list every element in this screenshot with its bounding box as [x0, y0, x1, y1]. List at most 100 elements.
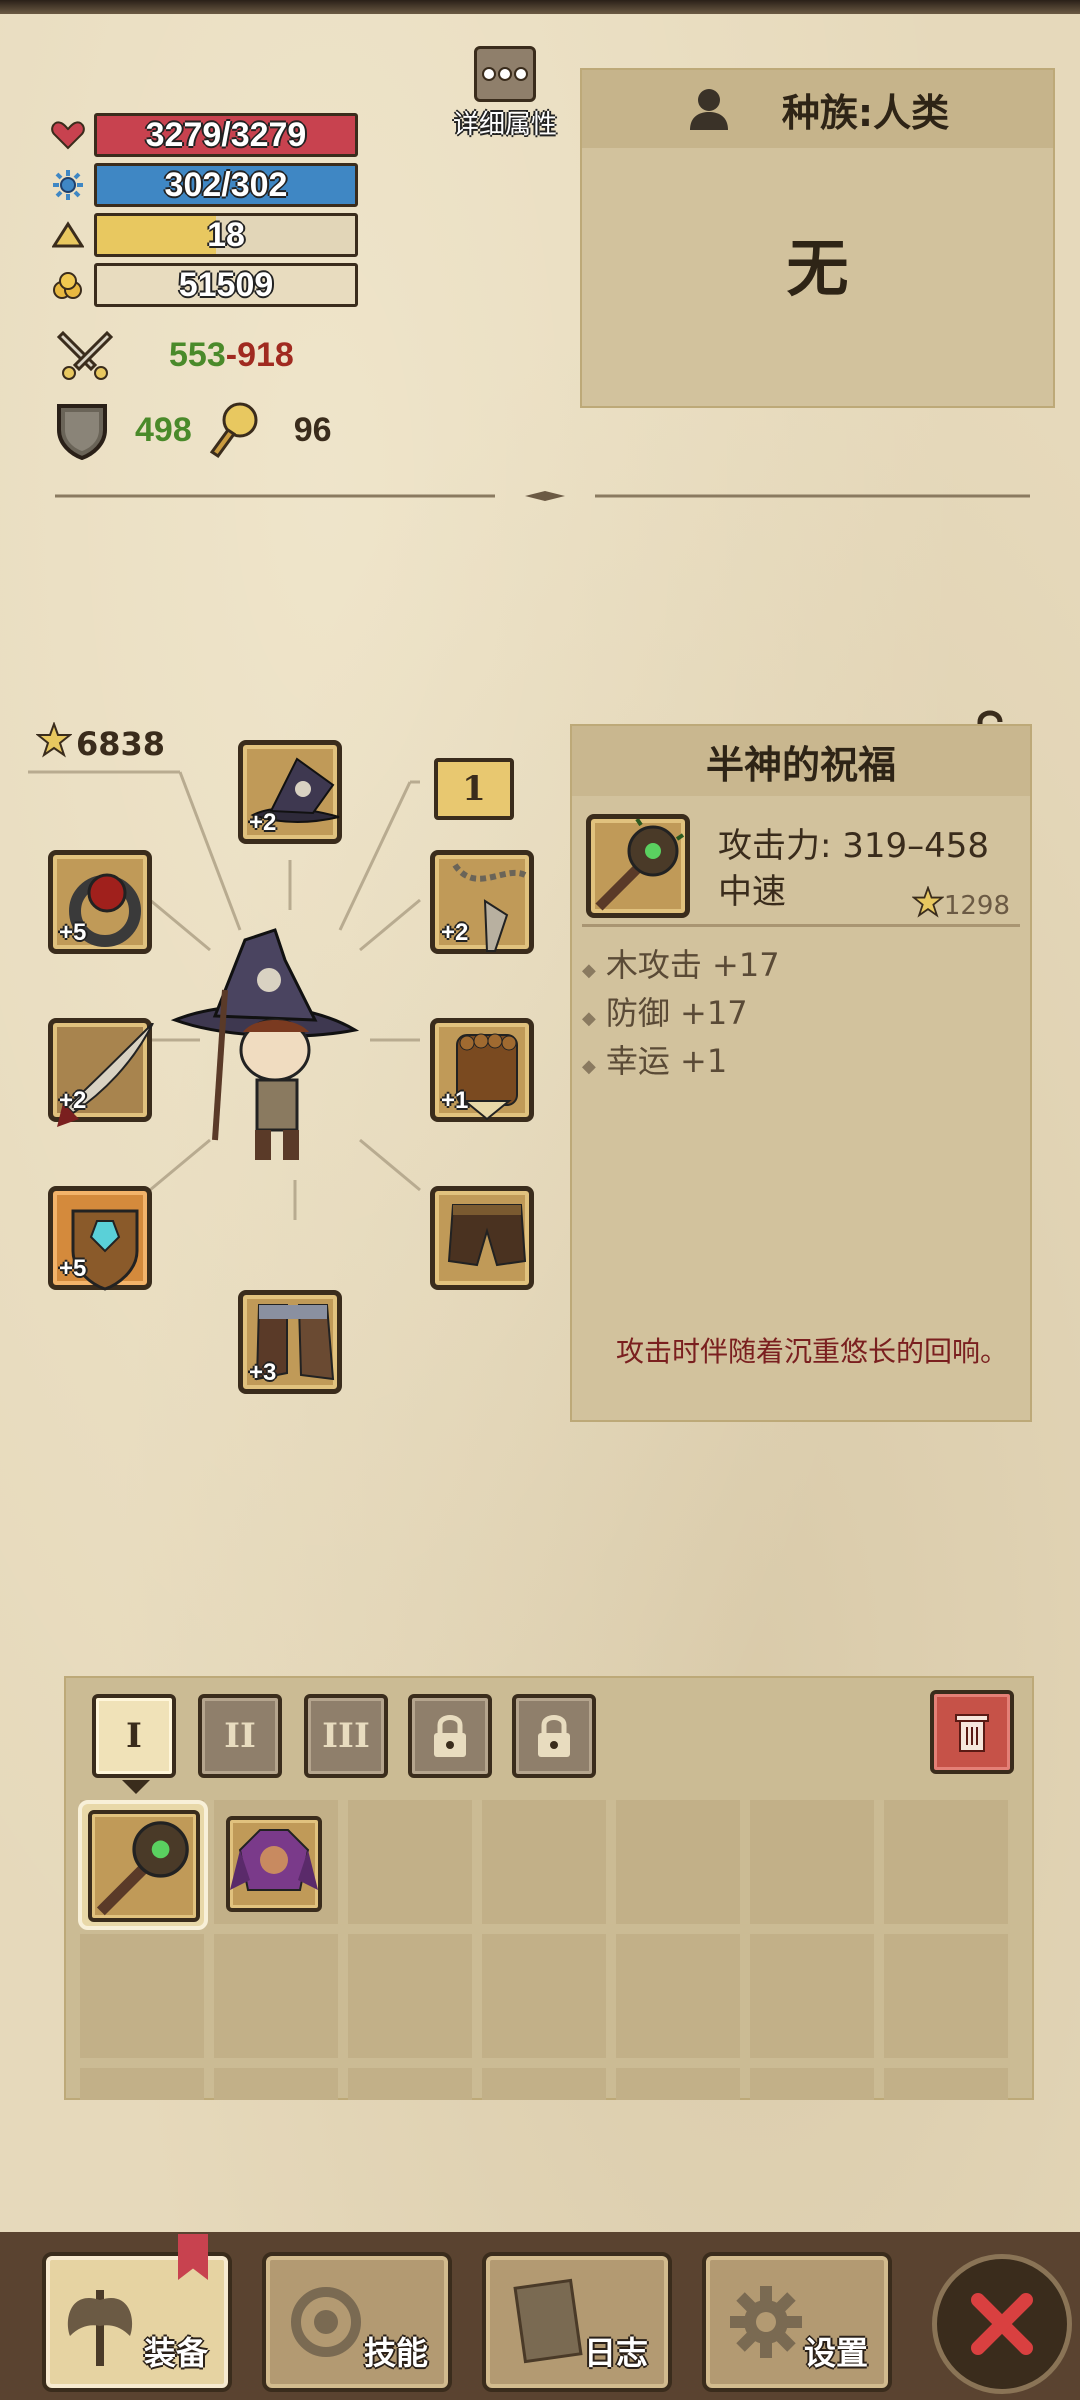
- inventory-cell[interactable]: [80, 2068, 204, 2100]
- item-attack: 攻击力: 319–458: [718, 826, 990, 866]
- heart-icon: [50, 117, 86, 153]
- inventory-cell[interactable]: [750, 1800, 874, 1924]
- race-value: 无: [786, 232, 849, 305]
- inventory-cell[interactable]: [750, 1934, 874, 2058]
- slot-pants[interactable]: [430, 1186, 534, 1290]
- pants-icon: [447, 1204, 527, 1267]
- inventory-tab-2[interactable]: II: [198, 1694, 282, 1778]
- gold-bar: 51509: [94, 263, 358, 307]
- gold-value: 51509: [178, 265, 274, 304]
- close-icon: [971, 2293, 1033, 2355]
- slot-weapon[interactable]: +2: [48, 1018, 154, 1127]
- lock-icon: [538, 1715, 570, 1757]
- item-title: 半神的祝福: [572, 726, 1030, 796]
- level-row: 18: [50, 212, 358, 258]
- damage-separator: -: [225, 335, 238, 374]
- mp-row: 302/302: [50, 162, 358, 208]
- weapon-level: +2: [59, 1087, 87, 1114]
- slot-bracer[interactable]: +1: [430, 1018, 534, 1122]
- nav-equip-button[interactable]: 装备: [42, 2234, 232, 2392]
- inventory-cell[interactable]: [482, 1934, 606, 2058]
- mace-icon: [595, 817, 685, 911]
- active-tab-pointer: [122, 1780, 150, 1794]
- slot-boots[interactable]: +3: [238, 1290, 342, 1394]
- inventory-tab-1[interactable]: I: [92, 1694, 176, 1778]
- inventory-cell[interactable]: [482, 2068, 606, 2100]
- item-stat-text: 防御 +17: [605, 994, 748, 1032]
- shield-level: +5: [59, 1255, 87, 1282]
- inventory-cell[interactable]: [348, 1800, 472, 1924]
- inventory-cell[interactable]: [884, 1934, 1008, 2058]
- boots-level: +3: [249, 1359, 277, 1386]
- item-stat-text: 幸运 +1: [605, 1042, 728, 1080]
- damage-min: 553: [169, 335, 226, 374]
- skill-gear-icon: [291, 2287, 361, 2357]
- amulet-level: +2: [441, 919, 469, 946]
- inventory-cell[interactable]: [884, 2068, 1008, 2100]
- slot-ring[interactable]: +5: [48, 850, 152, 954]
- level-value: 18: [207, 215, 245, 254]
- item-description: 攻击时伴随着沉重悠长的回响。: [616, 1335, 1009, 1368]
- diamond-bullet-icon: ◆: [582, 1056, 596, 1077]
- defense-value: 498: [135, 410, 192, 449]
- slot-shield[interactable]: +5: [48, 1186, 152, 1291]
- item-stat-row: ◆ 幸运 +1: [582, 1036, 727, 1082]
- inventory-cell[interactable]: [616, 1934, 740, 2058]
- diamond-bullet-icon: ◆: [582, 960, 596, 981]
- nav-log-button[interactable]: 日志: [482, 2252, 672, 2392]
- inventory-item-demon-armor[interactable]: [226, 1816, 322, 1912]
- item-score: 1298: [911, 885, 1010, 925]
- nav-skills-button[interactable]: 技能: [262, 2252, 452, 2392]
- character-avatar: [165, 920, 365, 1174]
- xp-bar: 18: [94, 213, 358, 257]
- defense-luck-row: 498 96: [55, 400, 332, 461]
- inventory-cell[interactable]: [348, 2068, 472, 2100]
- diamond-bullet-icon: ◆: [582, 1008, 596, 1029]
- more-dots-icon: [474, 46, 536, 102]
- crossed-swords-icon: [55, 325, 115, 385]
- mace-icon: [96, 1821, 189, 1916]
- bracer-level: +1: [441, 1087, 469, 1114]
- star-icon: [35, 721, 73, 766]
- item-score-value: 1298: [943, 890, 1010, 921]
- race-panel: 种族:人类 无: [580, 68, 1055, 408]
- inventory-cell[interactable]: [482, 1800, 606, 1924]
- inventory-item-mace[interactable]: [88, 1810, 200, 1922]
- inventory-cell[interactable]: [884, 1800, 1008, 1924]
- ring-level: +5: [59, 919, 87, 946]
- close-button[interactable]: [932, 2254, 1072, 2394]
- hat-level: +2: [249, 809, 277, 836]
- inventory-cell[interactable]: [616, 2068, 740, 2100]
- star-icon: [911, 885, 945, 925]
- person-icon: [686, 86, 732, 132]
- inventory-tab-3[interactable]: III: [304, 1694, 388, 1778]
- slot-amulet[interactable]: +2: [430, 850, 534, 954]
- bookmark-ribbon-icon: [178, 2234, 208, 2280]
- nav-skills-label: 技能: [363, 2334, 428, 2372]
- mp-value: 302/302: [164, 165, 288, 204]
- mp-bar: 302/302: [94, 163, 358, 207]
- inventory-cell[interactable]: [214, 2068, 338, 2100]
- nav-settings-button[interactable]: 设置: [702, 2252, 892, 2392]
- inventory-cell[interactable]: [348, 1934, 472, 2058]
- inventory-cell[interactable]: [80, 1934, 204, 2058]
- top-border: [0, 0, 1080, 14]
- slot-hat[interactable]: +2: [238, 740, 342, 844]
- race-header: 种族:人类: [582, 70, 1053, 148]
- damage-row: 553-918: [55, 325, 294, 385]
- tier-badge[interactable]: 1: [434, 758, 514, 820]
- inventory-tab-locked-4[interactable]: [408, 1694, 492, 1778]
- inventory-cell[interactable]: [214, 1934, 338, 2058]
- detail-attributes-button[interactable]: 详细属性: [430, 46, 580, 141]
- trash-button[interactable]: [930, 1690, 1014, 1774]
- inventory-tab-locked-5[interactable]: [512, 1694, 596, 1778]
- gold-icon: [50, 267, 86, 303]
- inventory-cell[interactable]: [616, 1800, 740, 1924]
- inventory-cell[interactable]: [750, 2068, 874, 2100]
- shield-icon: [55, 400, 109, 461]
- mana-icon: [50, 167, 86, 203]
- luck-icon: [204, 400, 264, 460]
- hp-row: 3279/3279: [50, 112, 358, 158]
- scroll-icon: [513, 2278, 583, 2364]
- item-speed: 中速: [718, 872, 786, 912]
